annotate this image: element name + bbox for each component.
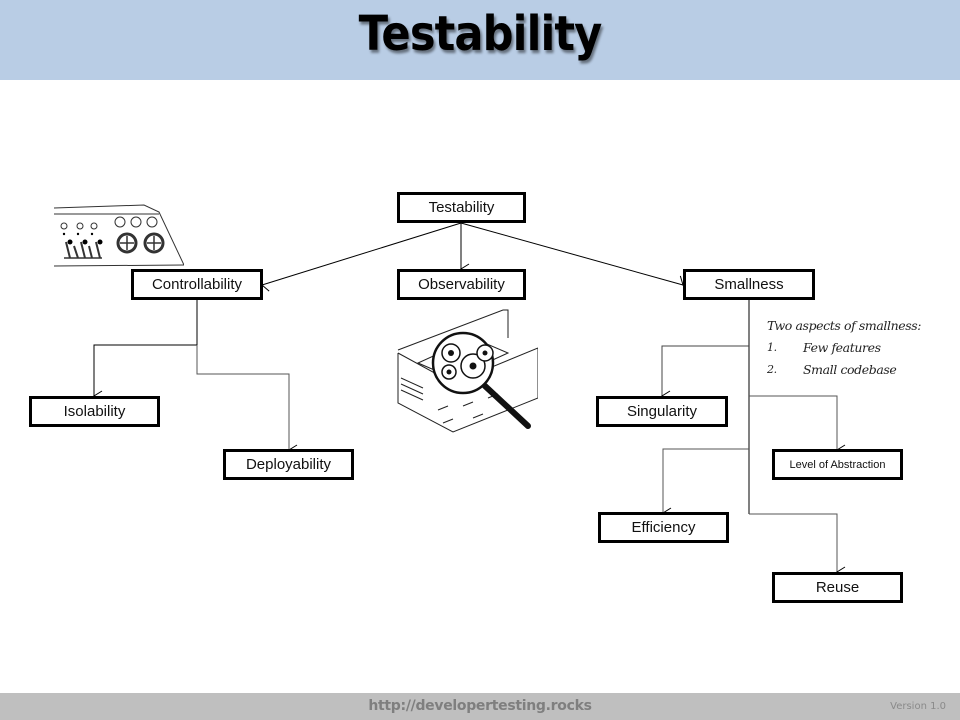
node-singularity[interactable]: Singularity <box>596 396 728 427</box>
link-smallness-level-of-abstraction <box>749 395 846 456</box>
link-controllability-isolability <box>93 300 198 402</box>
link-controllability-deployability <box>196 345 298 456</box>
node-controllability[interactable]: Controllability <box>131 269 263 300</box>
version-label: Version 1.0 <box>890 701 946 712</box>
node-deployability[interactable]: Deployability <box>223 449 354 480</box>
note-item-number: 2. <box>767 363 777 376</box>
magnifier-gears-icon <box>397 309 538 433</box>
node-testability[interactable]: Testability <box>397 192 526 223</box>
node-smallness[interactable]: Smallness <box>683 269 815 300</box>
node-isolability[interactable]: Isolability <box>29 396 160 427</box>
note-item-number: 1. <box>767 341 777 354</box>
note-item-text: Few features <box>803 340 881 355</box>
node-observability[interactable]: Observability <box>397 269 526 300</box>
note-item: 2. Small codebase <box>767 359 921 381</box>
footer-bar: http://developertesting.rocks Version 1.… <box>0 693 960 720</box>
link-smallness-efficiency <box>662 448 749 519</box>
smallness-note: Two aspects of smallness: 1. Few feature… <box>767 315 922 381</box>
note-item-text: Small codebase <box>803 362 897 377</box>
link-smallness-singularity <box>661 345 749 402</box>
footer-url-link[interactable]: http://developertesting.rocks <box>0 698 960 714</box>
node-reuse[interactable]: Reuse <box>772 572 903 603</box>
node-efficiency[interactable]: Efficiency <box>598 512 729 543</box>
control-panel-icon <box>54 204 184 267</box>
note-heading: Two aspects of smallness: <box>767 318 922 333</box>
link-smallness-reuse <box>749 513 846 578</box>
node-level-of-abstraction[interactable]: Level of Abstraction <box>772 449 903 480</box>
note-item: 1. Few features <box>767 337 921 359</box>
